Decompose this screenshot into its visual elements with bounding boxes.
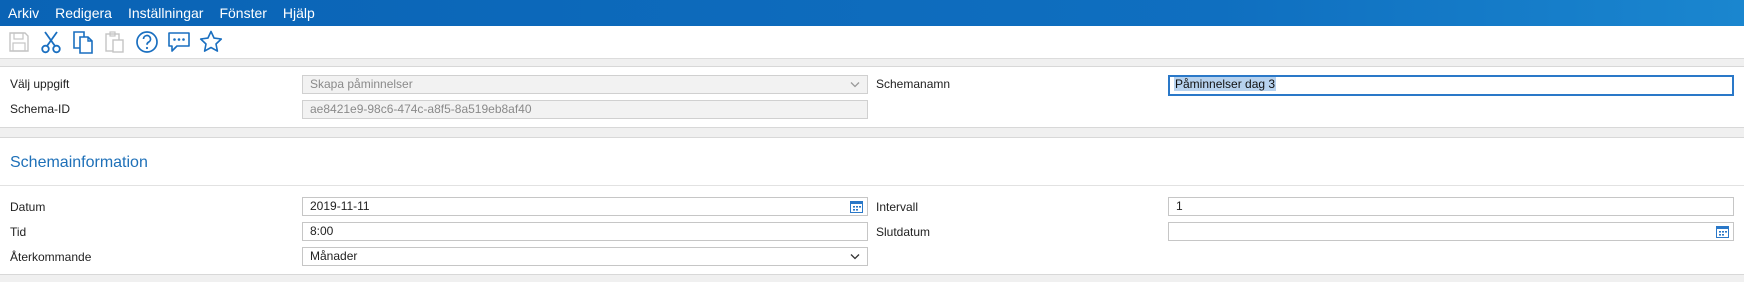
- time-value: 8:00: [310, 224, 334, 238]
- choose-task-label: Välj uppgift: [10, 77, 70, 91]
- time-input[interactable]: 8:00: [302, 222, 868, 241]
- menu-installningar[interactable]: Inställningar: [120, 0, 212, 26]
- help-icon: [136, 31, 158, 53]
- help-button[interactable]: [132, 27, 162, 57]
- save-button[interactable]: [4, 27, 34, 57]
- interval-input[interactable]: 1: [1168, 197, 1734, 216]
- schedule-panel: Schemainformation Datum 2019-11-11 Tid 8…: [0, 137, 1744, 275]
- menu-bar: Arkiv Redigera Inställningar Fönster Hjä…: [0, 0, 1744, 26]
- schema-id-value: ae8421e9-98c6-474c-a8f5-8a519eb8af40: [310, 102, 532, 116]
- toolbar: [0, 26, 1744, 59]
- schema-id-label: Schema-ID: [10, 102, 71, 116]
- paste-icon: [105, 31, 124, 53]
- end-date-input[interactable]: [1168, 222, 1734, 241]
- chat-button[interactable]: [164, 27, 194, 57]
- date-label: Datum: [10, 200, 46, 214]
- menu-redigera[interactable]: Redigera: [47, 0, 120, 26]
- menu-hjalp[interactable]: Hjälp: [275, 0, 323, 26]
- section-title: Schemainformation: [10, 154, 148, 171]
- copy-button[interactable]: [68, 27, 98, 57]
- date-input[interactable]: 2019-11-11: [302, 197, 868, 216]
- save-icon: [9, 32, 29, 52]
- cut-icon: [41, 31, 61, 54]
- cut-button[interactable]: [36, 27, 66, 57]
- chevron-down-icon: [850, 82, 860, 88]
- recurring-select[interactable]: Månader: [302, 247, 868, 266]
- end-date-label: Slutdatum: [876, 225, 931, 239]
- choose-task-select[interactable]: Skapa påminnelser: [302, 75, 868, 94]
- copy-icon: [73, 31, 93, 54]
- paste-button[interactable]: [100, 27, 130, 57]
- chevron-down-icon: [850, 254, 860, 260]
- date-value: 2019-11-11: [310, 199, 370, 213]
- time-label: Tid: [10, 225, 27, 239]
- recurring-label: Återkommande: [10, 250, 92, 264]
- schema-name-label: Schemanamn: [876, 77, 951, 91]
- section-divider: [0, 185, 1744, 186]
- menu-arkiv[interactable]: Arkiv: [0, 0, 47, 26]
- calendar-icon[interactable]: [1716, 225, 1729, 238]
- star-icon: [199, 30, 223, 52]
- chat-icon: [168, 32, 190, 52]
- choose-task-value: Skapa påminnelser: [310, 77, 413, 91]
- schema-name-input[interactable]: Påminnelser dag 3: [1168, 75, 1734, 96]
- interval-value: 1: [1176, 199, 1183, 213]
- interval-label: Intervall: [876, 200, 919, 214]
- schema-id-field: ae8421e9-98c6-474c-a8f5-8a519eb8af40: [302, 100, 868, 119]
- recurring-value: Månader: [310, 249, 358, 263]
- task-panel: Välj uppgift Skapa påminnelser Schema-ID…: [0, 66, 1744, 128]
- menu-fonster[interactable]: Fönster: [211, 0, 274, 26]
- schema-name-value: Påminnelser dag 3: [1174, 77, 1277, 91]
- favorite-button[interactable]: [196, 27, 226, 57]
- calendar-icon[interactable]: [850, 200, 863, 213]
